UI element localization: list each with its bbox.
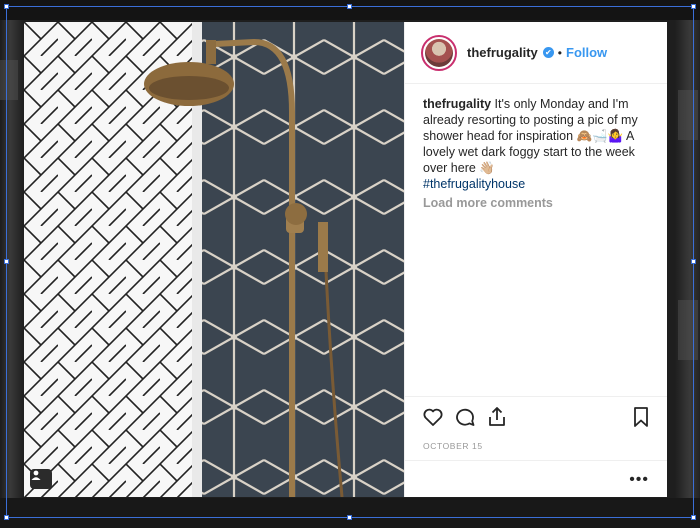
resize-handle[interactable] [4,259,9,264]
resize-handle[interactable] [691,4,696,9]
resize-handle[interactable] [4,515,9,520]
selection-frame [6,6,694,518]
resize-handle[interactable] [4,4,9,9]
resize-handle[interactable] [347,515,352,520]
resize-handle[interactable] [347,4,352,9]
resize-handle[interactable] [691,515,696,520]
resize-handle[interactable] [691,259,696,264]
